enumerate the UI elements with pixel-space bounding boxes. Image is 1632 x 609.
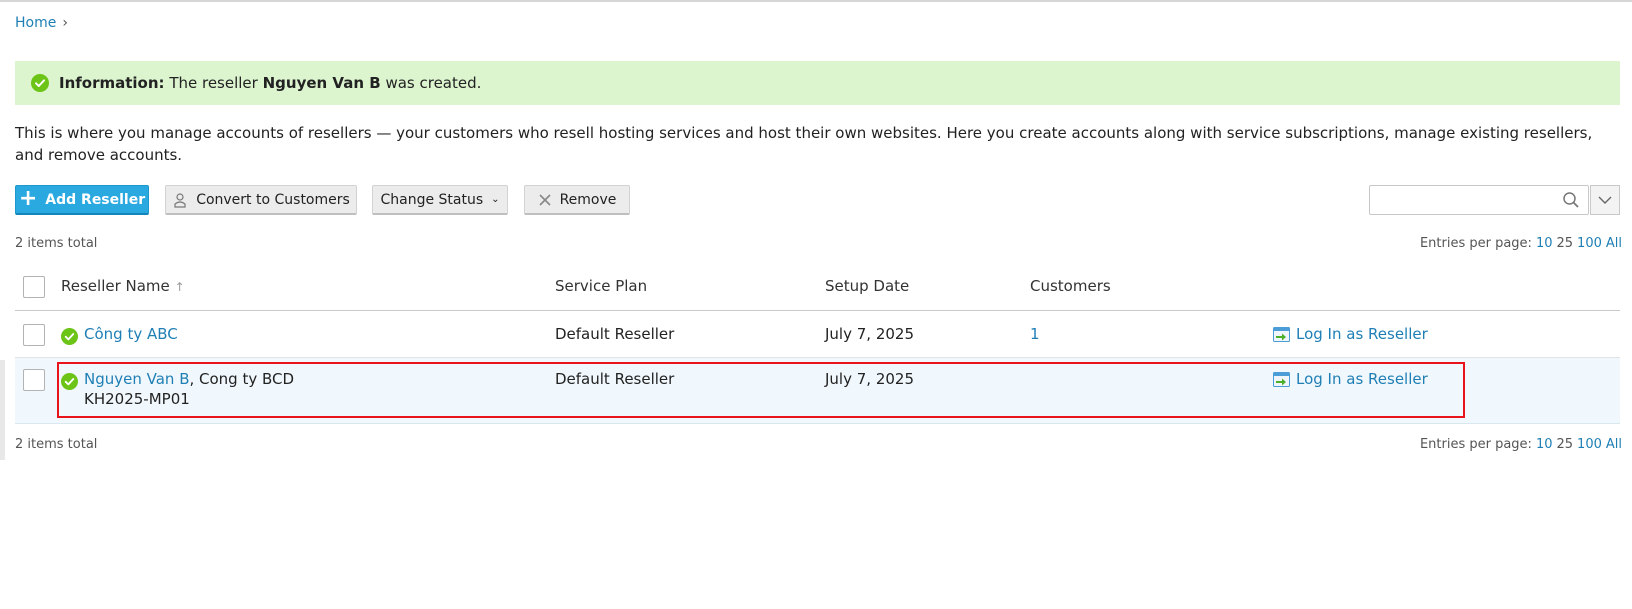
search-input[interactable] [1369,185,1589,215]
per-page-100[interactable]: 100 [1577,236,1602,251]
column-reseller-name[interactable]: Reseller Name ↑ [61,277,185,295]
chevron-right-icon: › [62,15,68,31]
row-checkbox[interactable] [23,369,45,391]
per-page-all[interactable]: All [1606,437,1622,452]
per-page-10[interactable]: 10 [1536,236,1553,251]
top-border [0,0,1632,2]
table-row: Nguyen Van B, Cong ty BCD KH2025-MP01 De… [15,358,1620,424]
convert-label: Convert to Customers [196,191,350,208]
convert-to-customers-button[interactable]: Convert to Customers [165,185,357,215]
column-reseller-name-label: Reseller Name [61,277,170,295]
user-convert-icon [174,192,186,208]
info-text-before: The reseller [164,74,263,92]
check-circle-icon [61,373,78,390]
table-row: Công ty ABC Default Reseller July 7, 202… [15,311,1620,358]
per-page-all[interactable]: All [1606,236,1622,251]
reseller-name-link[interactable]: Nguyen Van B [84,370,189,388]
column-customers[interactable]: Customers [1030,277,1111,295]
reseller-name-cell: Nguyen Van B, Cong ty BCD KH2025-MP01 [84,370,294,408]
add-reseller-button[interactable]: + Add Reseller [15,185,149,215]
info-message: Information: The reseller Nguyen Van B w… [15,61,1620,105]
table-header: Reseller Name ↑ Service Plan Setup Date … [15,265,1620,311]
items-total-top: 2 items total [15,236,98,251]
row-checkbox[interactable] [23,324,45,346]
customers-count-link[interactable]: 1 [1030,325,1040,343]
log-in-label: Log In as Reseller [1296,370,1428,388]
breadcrumb-home-link[interactable]: Home [15,15,56,31]
remove-button[interactable]: Remove [524,185,630,215]
log-in-as-reseller-link[interactable]: Log In as Reseller [1273,370,1428,388]
reseller-name-link[interactable]: Công ty ABC [84,325,178,343]
remove-label: Remove [559,191,617,208]
entries-per-page-top: Entries per page: 10 25 100 All [1420,236,1622,251]
per-page-10[interactable]: 10 [1536,437,1553,452]
search-options-toggle[interactable] [1590,185,1620,215]
login-reseller-icon [1273,371,1290,387]
setup-date-cell: July 7, 2025 [825,370,914,388]
setup-date-cell: July 7, 2025 [825,325,914,343]
column-service-plan[interactable]: Service Plan [555,277,647,295]
items-total-bottom: 2 items total [15,437,98,452]
log-in-label: Log In as Reseller [1296,325,1428,343]
remove-x-icon [539,193,551,206]
info-text-after: was created. [380,74,482,92]
per-page-100[interactable]: 100 [1577,437,1602,452]
sort-asc-icon: ↑ [174,280,185,294]
resellers-table: Reseller Name ↑ Service Plan Setup Date … [15,265,1620,424]
entries-label: Entries per page: [1419,236,1532,251]
chevron-down-icon [1598,196,1612,204]
add-reseller-label: Add Reseller [45,191,146,208]
info-label: Information: [59,74,165,92]
change-status-label: Change Status [380,191,484,208]
log-in-as-reseller-link[interactable]: Log In as Reseller [1273,325,1428,343]
change-status-button[interactable]: Change Status ⌄ [372,185,508,215]
column-setup-date[interactable]: Setup Date [825,277,909,295]
page-description: This is where you manage accounts of res… [15,124,1593,164]
breadcrumb: Home › [15,15,68,31]
service-plan-cell: Default Reseller [555,370,675,388]
login-reseller-icon [1273,326,1290,342]
check-circle-icon [61,328,78,345]
entries-per-page-bottom: Entries per page: 10 25 100 All [1420,437,1622,452]
entries-label: Entries per page: [1419,437,1532,452]
plus-icon: + [18,185,38,211]
per-page-25[interactable]: 25 [1557,236,1574,251]
info-reseller-name: Nguyen Van B [262,74,381,92]
search-icon[interactable] [1562,191,1580,209]
check-circle-icon [31,74,49,92]
select-all-checkbox[interactable] [23,276,45,298]
left-edge-handle [0,360,5,460]
reseller-company: , Cong ty BCD [189,370,295,388]
service-plan-cell: Default Reseller [555,325,675,343]
reseller-login-name: KH2025-MP01 [84,390,190,408]
per-page-25[interactable]: 25 [1557,437,1574,452]
chevron-down-icon: ⌄ [491,194,500,205]
